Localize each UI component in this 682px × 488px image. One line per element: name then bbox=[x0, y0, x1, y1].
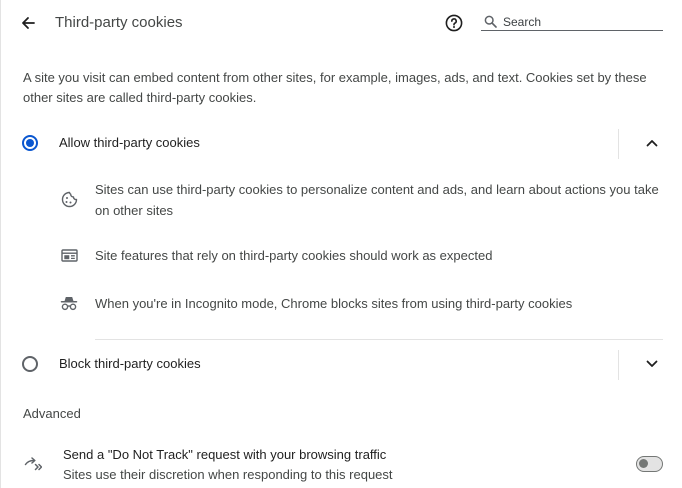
help-button[interactable] bbox=[443, 12, 465, 34]
chevron-down-icon bbox=[646, 360, 658, 367]
bullet-text: Site features that rely on third-party c… bbox=[95, 248, 493, 263]
do-not-track-title: Send a "Do Not Track" request with your … bbox=[63, 447, 387, 462]
advanced-heading: Advanced bbox=[23, 406, 81, 421]
chevron-up-icon bbox=[646, 140, 658, 147]
section-divider bbox=[95, 339, 663, 340]
back-button[interactable] bbox=[15, 11, 41, 35]
cookie-icon bbox=[59, 189, 79, 209]
allow-option-label: Allow third-party cookies bbox=[59, 135, 200, 150]
search-icon bbox=[481, 14, 499, 30]
allow-radio-button[interactable] bbox=[22, 135, 38, 151]
page-title: Third-party cookies bbox=[55, 14, 183, 31]
search-box[interactable] bbox=[481, 13, 663, 31]
do-not-track-subtitle: Sites use their discretion when respondi… bbox=[63, 467, 393, 482]
search-input[interactable] bbox=[503, 14, 653, 29]
do-not-track-icon bbox=[23, 454, 43, 474]
collapse-allow-button[interactable] bbox=[641, 133, 663, 153]
page-header: Third-party cookies bbox=[1, 0, 682, 46]
expand-block-button[interactable] bbox=[641, 354, 663, 374]
allow-third-party-cookies-option[interactable]: Allow third-party cookies bbox=[1, 123, 682, 163]
settings-page: Third-party cookies A site you visit can… bbox=[0, 0, 682, 488]
do-not-track-toggle[interactable] bbox=[636, 456, 663, 472]
bullet-text: When you're in Incognito mode, Chrome bl… bbox=[95, 296, 573, 311]
incognito-icon bbox=[59, 293, 79, 313]
arrow-back-icon bbox=[22, 17, 35, 29]
help-circle-icon bbox=[445, 14, 463, 32]
toggle-knob bbox=[639, 459, 648, 468]
row-separator bbox=[618, 129, 619, 159]
do-not-track-row[interactable]: Send a "Do Not Track" request with your … bbox=[1, 442, 682, 488]
block-radio-button[interactable] bbox=[22, 356, 38, 372]
page-description: A site you visit can embed content from … bbox=[23, 70, 647, 105]
block-third-party-cookies-option[interactable]: Block third-party cookies bbox=[1, 344, 682, 384]
block-option-label: Block third-party cookies bbox=[59, 356, 201, 371]
web-page-icon bbox=[59, 245, 79, 265]
bullet-text: Sites can use third-party cookies to per… bbox=[95, 182, 659, 218]
row-separator bbox=[618, 350, 619, 380]
